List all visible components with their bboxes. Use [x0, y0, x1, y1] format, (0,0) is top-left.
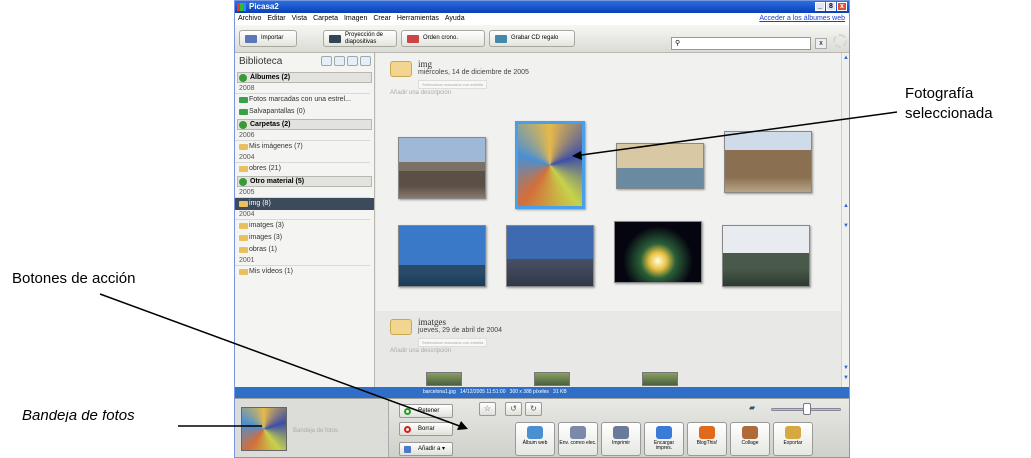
pointer-line-action-buttons — [99, 293, 466, 429]
pointer-arrowhead — [572, 151, 582, 160]
figure: Picasa2 _ 8 x Archivo Editar Vista Carpe… — [0, 0, 1031, 458]
annotation-line: Fotografía — [905, 85, 974, 102]
annotation-action-buttons: Botones de acción — [12, 270, 136, 287]
annotation-lines — [99, 111, 898, 430]
pointer-line-selected-photo — [573, 111, 898, 157]
annotation-line: seleccionada — [905, 105, 993, 122]
annotation-selected-photo: Fotografía seleccionada — [905, 84, 993, 124]
annotation-photo-tray: Bandeja de fotos — [22, 410, 135, 422]
